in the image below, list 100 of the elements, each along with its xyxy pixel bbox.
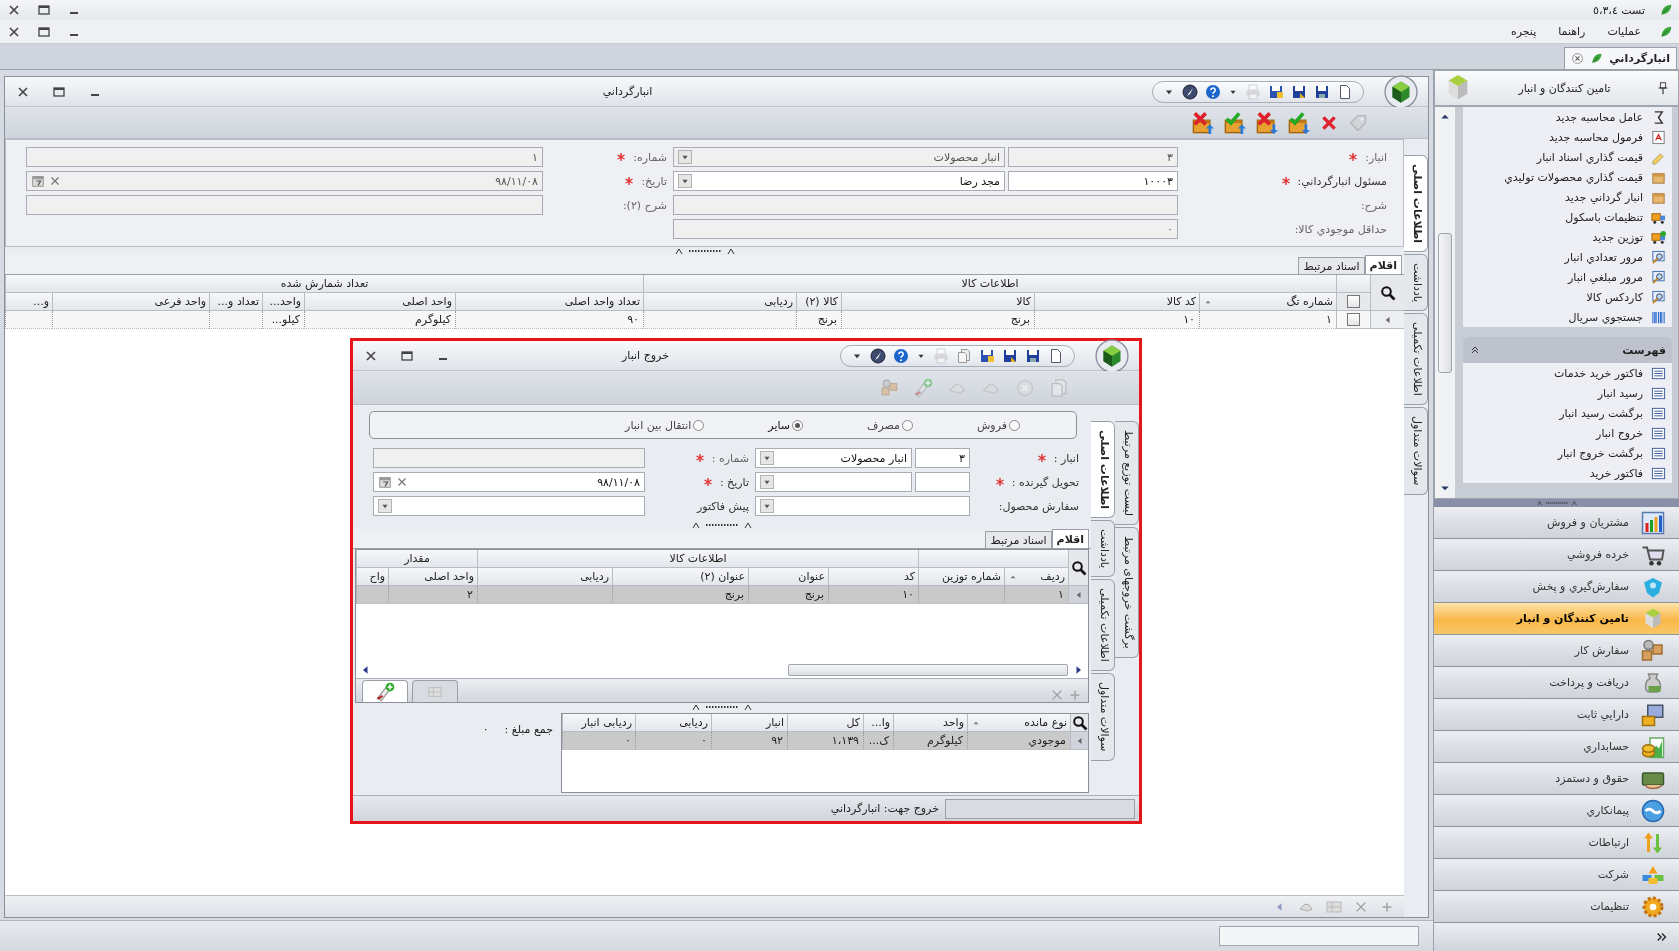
lookup-field[interactable]: انبار محصولات (755, 448, 912, 468)
task-link[interactable]: انبار گرداني جدید (1467, 187, 1668, 207)
side-tab[interactable]: لیست توزیع مرتبط (1115, 421, 1139, 526)
tab[interactable]: اقلام (1364, 255, 1402, 274)
text-field[interactable] (673, 195, 1178, 215)
list-link[interactable]: خروج انبار (1467, 423, 1668, 443)
module-button[interactable]: شرکت (1434, 859, 1679, 891)
box-cross-icon[interactable] (1256, 111, 1278, 134)
text-field[interactable] (373, 448, 645, 468)
compass-icon[interactable] (870, 347, 886, 364)
column-header[interactable]: وا... (863, 714, 893, 732)
maximize-icon[interactable] (36, 2, 52, 18)
date-field[interactable]: ٩٨/١١/٠٨ (373, 472, 645, 492)
help-icon[interactable] (893, 347, 909, 364)
column-header[interactable]: شماره تگ (1199, 293, 1336, 311)
module-button[interactable]: دریافت و پرداخت (1434, 667, 1679, 699)
code-field[interactable]: ٣ (915, 448, 970, 468)
column-header[interactable]: و... (5, 293, 52, 311)
combo-field[interactable] (755, 496, 970, 516)
select-all-checkbox[interactable] (1347, 295, 1360, 308)
save-icon[interactable] (1314, 83, 1330, 100)
compass-icon[interactable] (1182, 83, 1198, 100)
module-button[interactable]: تامین کنندگان و انبار (1434, 603, 1679, 635)
column-header[interactable]: نوع مانده (967, 714, 1070, 732)
box-cross-icon[interactable] (1192, 111, 1214, 134)
side-tab[interactable]: اطلاعات تکمیلی (1091, 579, 1115, 672)
side-tab[interactable]: سوالات متداول (1091, 673, 1115, 761)
task-link[interactable]: قیمت گذاري اسناد انبار (1467, 147, 1668, 167)
add-row-button[interactable] (362, 680, 408, 702)
tab[interactable]: اسناد مرتبط (985, 531, 1052, 548)
column-header[interactable]: تعداد واحد اصلی (455, 293, 643, 311)
task-link[interactable]: توزین جدید (1467, 227, 1668, 247)
radio-option[interactable]: فروش (976, 418, 1020, 432)
task-link[interactable]: مرور تعدادي انبار (1467, 247, 1668, 267)
radio-option[interactable]: انتقال بین انبار (625, 418, 705, 432)
box-check-icon[interactable] (1288, 111, 1310, 134)
task-link[interactable]: قیمت گذاري محصولات تولیدي (1467, 167, 1668, 187)
module-button[interactable]: مشتریان و فروش (1434, 507, 1679, 539)
module-button[interactable]: پيمانکاري (1434, 795, 1679, 827)
side-tab[interactable]: یادداشت (1091, 520, 1115, 578)
task-link[interactable]: مرور مبلغي انبار (1467, 267, 1668, 287)
list-link[interactable]: فاکتور خرید خدمات (1467, 363, 1668, 383)
side-tab[interactable]: سوالات متداول (1404, 407, 1428, 495)
column-header[interactable]: کالا (٢) (796, 293, 841, 311)
module-button[interactable]: تنظیمات (1434, 891, 1679, 923)
dropdown-icon[interactable] (760, 451, 774, 465)
task-link[interactable]: تنظیمات باسکول (1467, 207, 1668, 227)
search-button[interactable] (1068, 550, 1088, 586)
module-button[interactable]: ارتباطات (1434, 827, 1679, 859)
column-header[interactable]: واحد (893, 714, 967, 732)
splitter-handle-icon[interactable] (674, 247, 735, 255)
menu-item[interactable]: عملیات (1603, 23, 1645, 40)
side-tab[interactable]: برگشت خروجهای مرتبط (1115, 527, 1139, 658)
column-header[interactable]: کد کالا (1034, 293, 1199, 311)
list-link[interactable]: برگشت رسید انبار (1467, 403, 1668, 423)
column-header[interactable]: واح (356, 568, 388, 586)
radio-option[interactable]: سایر (768, 418, 803, 432)
radio-option[interactable]: مصرف (867, 418, 913, 432)
module-button[interactable]: خرده فروشي (1434, 539, 1679, 571)
module-button[interactable]: حسابداري (1434, 731, 1679, 763)
side-tab[interactable]: یادداشت (1404, 254, 1428, 312)
column-header[interactable]: کالا (841, 293, 1034, 311)
column-header[interactable]: ردیابی (635, 714, 711, 732)
list-link[interactable]: برگشت خروج انبار (1467, 443, 1668, 463)
column-header[interactable]: شماره توزین (918, 568, 1004, 586)
save-as-icon[interactable] (1002, 347, 1018, 364)
calendar-icon[interactable] (378, 475, 392, 489)
column-header[interactable]: واحد اصلی (304, 293, 455, 311)
close-icon[interactable] (1571, 52, 1585, 65)
save-all-icon[interactable] (979, 347, 995, 364)
dropdown-icon[interactable] (760, 499, 774, 513)
document-tab[interactable]: انبارگرداني (1564, 47, 1677, 69)
task-link[interactable]: جستجوي سریال (1467, 307, 1668, 327)
new-document-icon[interactable] (1048, 347, 1064, 364)
save-as-icon[interactable] (1291, 83, 1307, 100)
task-link[interactable]: کاردکس کالا (1467, 287, 1668, 307)
tab[interactable]: اقلام (1051, 529, 1089, 548)
delete-icon[interactable] (1320, 113, 1338, 132)
new-document-icon[interactable] (1337, 83, 1353, 100)
column-header[interactable]: عنوان (٢) (612, 568, 748, 586)
task-link[interactable]: عامل محاسبه جدید (1467, 107, 1668, 127)
dropdown-icon[interactable] (678, 150, 692, 164)
module-button[interactable]: حقوق و دستمزد (1434, 763, 1679, 795)
code-field[interactable]: ١٠٠٠٣ (1008, 171, 1178, 191)
column-header[interactable]: واحد فرعی (52, 293, 209, 311)
vertical-scrollbar[interactable] (1435, 107, 1455, 498)
pin-icon[interactable] (1656, 81, 1670, 95)
dropdown-icon[interactable] (760, 475, 774, 489)
lookup-field[interactable]: مجد رضا (673, 171, 1005, 191)
splitter-handle-icon[interactable] (692, 521, 752, 529)
column-header[interactable]: کل (787, 714, 863, 732)
column-header[interactable]: ردیابی (477, 568, 612, 586)
module-button[interactable]: سفارش کار (1434, 635, 1679, 667)
module-button[interactable]: دارايي ثابت (1434, 699, 1679, 731)
list-link[interactable]: رسید انبار (1467, 383, 1668, 403)
expand-icon[interactable] (1655, 930, 1669, 944)
column-header[interactable]: ردیابی انبار (562, 714, 635, 732)
menu-item[interactable]: پنجره (1506, 23, 1541, 40)
column-header[interactable]: واحد... (262, 293, 304, 311)
row-checkbox[interactable] (1347, 313, 1360, 326)
